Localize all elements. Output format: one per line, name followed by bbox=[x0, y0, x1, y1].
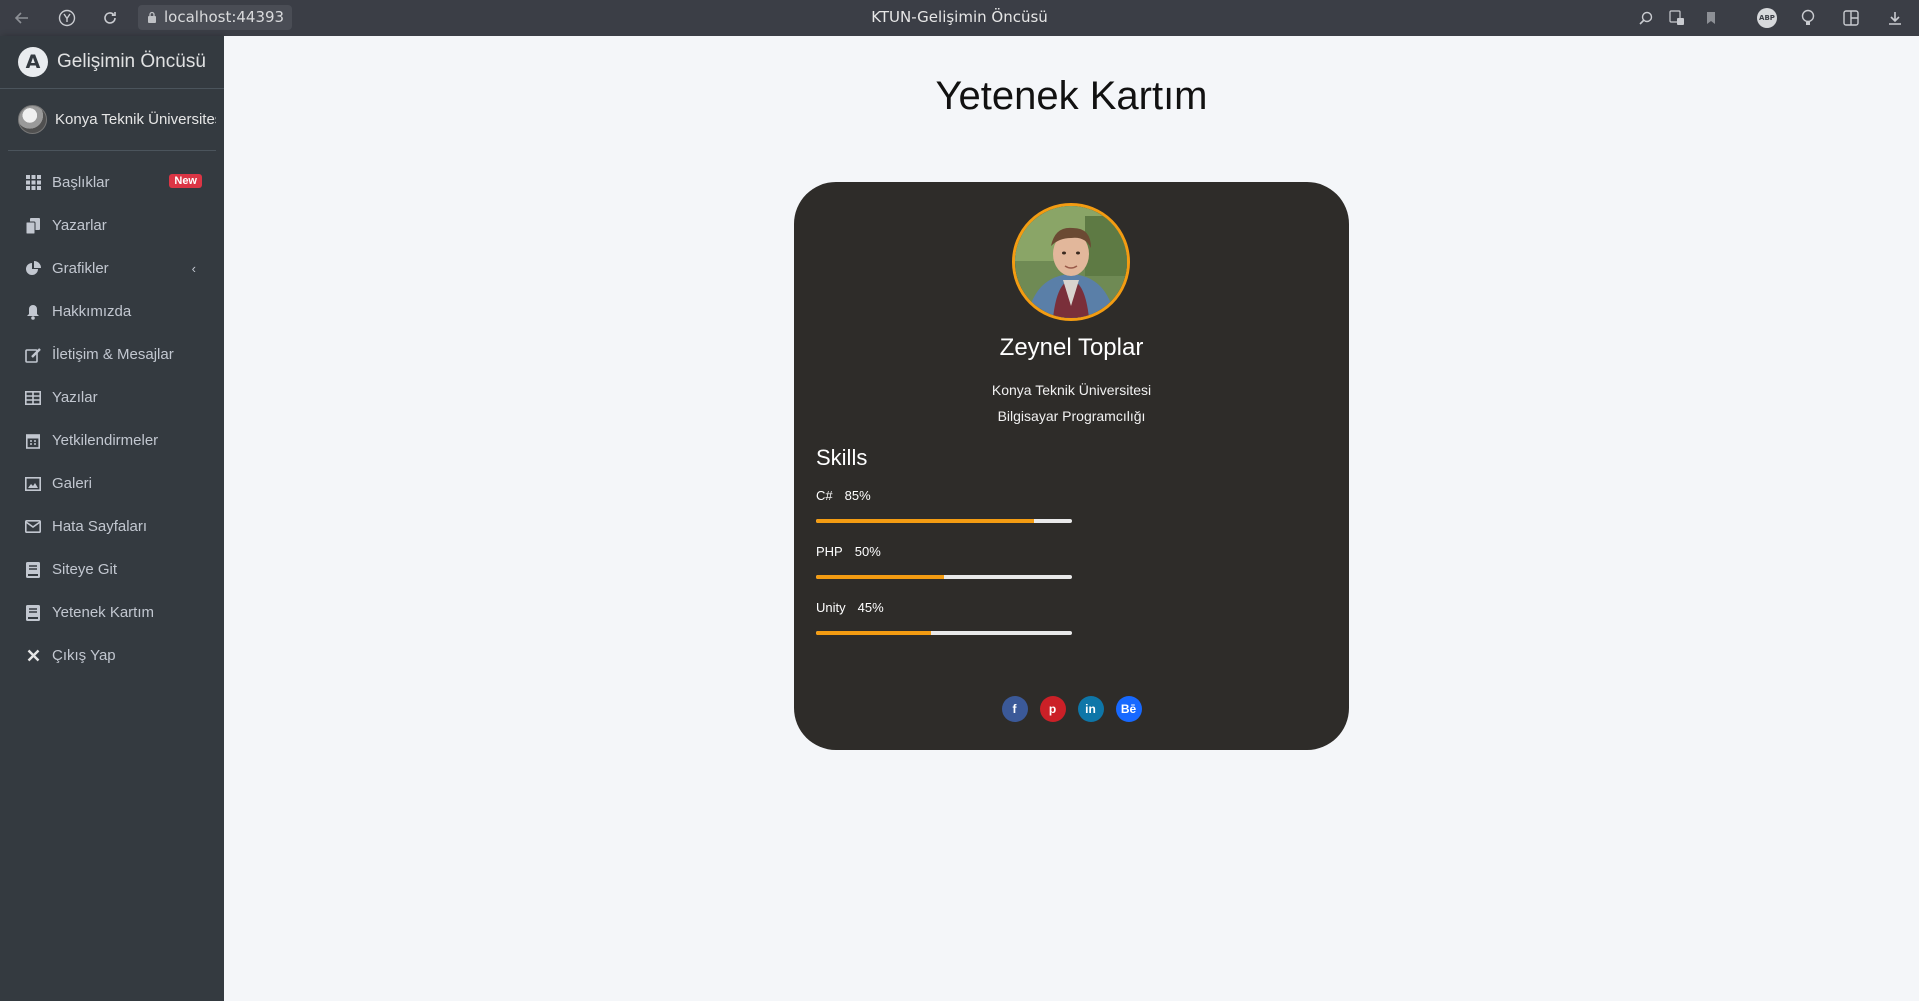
facebook-icon[interactable]: f bbox=[1001, 696, 1028, 722]
sidebar-item-galeri[interactable]: Galeri bbox=[8, 462, 216, 505]
sidebar-item-yetenek-kartım[interactable]: Yetenek Kartım bbox=[8, 591, 216, 634]
skill-progress-bar bbox=[816, 575, 1072, 579]
grid-icon bbox=[24, 174, 42, 192]
page-title: Yetenek Kartım bbox=[935, 74, 1208, 118]
profile-name: Zeynel Toplar bbox=[999, 334, 1144, 361]
skill-progress-bar bbox=[816, 519, 1072, 523]
skill-progress-fill bbox=[816, 575, 944, 579]
image-icon bbox=[24, 475, 42, 493]
brand-logo: A bbox=[18, 47, 48, 77]
bookmark-icon[interactable] bbox=[1700, 7, 1722, 29]
sidebar: A Gelişimin Öncüsü Konya Teknik Üniversi… bbox=[0, 36, 224, 1001]
envelope-icon bbox=[24, 518, 42, 536]
close-icon bbox=[24, 647, 42, 665]
skill-name: Unity bbox=[816, 600, 846, 615]
sidebar-item-siteye-git[interactable]: Siteye Git bbox=[8, 548, 216, 591]
skill-progress-fill bbox=[816, 631, 932, 635]
brand-link[interactable]: A Gelişimin Öncüsü bbox=[0, 36, 224, 89]
sidebar-item-başlıklar[interactable]: Başlıklar New bbox=[8, 161, 216, 204]
skill-label: C# 85% bbox=[816, 488, 1072, 503]
skill-name: PHP bbox=[816, 544, 843, 559]
yandex-icon[interactable] bbox=[55, 6, 79, 30]
book-icon bbox=[24, 561, 42, 579]
search-page-icon[interactable] bbox=[1634, 7, 1656, 29]
sidebar-item-yazarlar[interactable]: Yazarlar bbox=[8, 204, 216, 247]
skill-label: PHP 50% bbox=[816, 544, 1072, 559]
profile-photo bbox=[1012, 203, 1130, 321]
lightbulb-icon[interactable] bbox=[1797, 7, 1819, 29]
user-avatar bbox=[18, 105, 47, 134]
skill-percent: 45% bbox=[857, 600, 884, 615]
browser-toolbar: localhost:44393 KTUN-Gelişimin Öncüsü AB… bbox=[0, 0, 1919, 36]
sidebar-item-yazılar[interactable]: Yazılar bbox=[8, 376, 216, 419]
skill-progress-fill bbox=[816, 519, 1034, 523]
skill-item: C# 85% bbox=[816, 488, 1072, 523]
sidebar-item-i-letişim-mesajlar[interactable]: İletişim & Mesajlar bbox=[8, 333, 216, 376]
pinterest-icon[interactable]: p bbox=[1039, 696, 1066, 722]
download-icon[interactable] bbox=[1884, 7, 1906, 29]
reload-icon[interactable] bbox=[98, 6, 122, 30]
profile-department: Bilgisayar Programcılığı bbox=[997, 408, 1146, 424]
sidebar-item-hata-sayfaları[interactable]: Hata Sayfaları bbox=[8, 505, 216, 548]
skills-heading: Skills bbox=[816, 445, 868, 470]
sidebar-item-yetkilendirmeler[interactable]: Yetkilendirmeler bbox=[8, 419, 216, 462]
skill-card: Zeynel Toplar Konya Teknik Üniversitesi … bbox=[794, 182, 1349, 750]
main-content: Yetenek Kartım Zeynel Toplar Konya Tekni… bbox=[224, 36, 1919, 1001]
skill-percent: 85% bbox=[844, 488, 871, 503]
table-icon bbox=[24, 389, 42, 407]
social-links: f p in Bē bbox=[794, 696, 1349, 722]
sidebar-item-label: Galeri bbox=[52, 475, 93, 492]
skill-name: C# bbox=[816, 488, 833, 503]
chevron-left-icon[interactable]: ‹ bbox=[192, 261, 196, 276]
skill-percent: 50% bbox=[854, 544, 881, 559]
profile-university: Konya Teknik Üniversitesi bbox=[991, 382, 1152, 398]
sidebar-item-label: Başlıklar bbox=[52, 174, 110, 191]
sidebar-item-label: Yetenek Kartım bbox=[52, 604, 155, 621]
reader-icon[interactable] bbox=[1666, 7, 1688, 29]
sidebar-item-label: İletişim & Mesajlar bbox=[52, 346, 174, 363]
skill-item: Unity 45% bbox=[816, 600, 1072, 635]
sidebar-item-çıkış-yap[interactable]: Çıkış Yap bbox=[8, 634, 216, 677]
sidebar-menu: Başlıklar New Yazarlar Grafikler ‹ Hakkımızda… bbox=[0, 161, 224, 677]
sidebar-item-label: Siteye Git bbox=[52, 561, 118, 578]
brand-text: Gelişimin Öncüsü bbox=[57, 51, 206, 72]
book-icon bbox=[24, 604, 42, 622]
skill-item: PHP 50% bbox=[816, 544, 1072, 579]
user-name: Konya Teknik Üniversitesi bbox=[55, 111, 216, 128]
address-bar[interactable]: localhost:44393 bbox=[138, 5, 293, 30]
collections-icon[interactable] bbox=[1840, 7, 1862, 29]
bell-icon bbox=[24, 303, 42, 321]
back-icon[interactable] bbox=[10, 6, 34, 30]
skill-progress-bar bbox=[816, 631, 1072, 635]
adblock-icon[interactable]: ABP bbox=[1756, 7, 1778, 29]
copy-icon bbox=[24, 217, 42, 235]
sidebar-item-label: Yetkilendirmeler bbox=[52, 432, 159, 449]
sidebar-item-label: Yazılar bbox=[52, 389, 98, 406]
sidebar-item-label: Çıkış Yap bbox=[52, 647, 116, 664]
sidebar-item-grafikler[interactable]: Grafikler ‹ bbox=[8, 247, 216, 290]
calendar-icon bbox=[24, 432, 42, 450]
edit-icon bbox=[24, 346, 42, 364]
sidebar-item-hakkımızda[interactable]: Hakkımızda bbox=[8, 290, 216, 333]
linkedin-icon[interactable]: in bbox=[1077, 696, 1104, 722]
sidebar-item-label: Yazarlar bbox=[52, 217, 107, 234]
url-text: localhost:44393 bbox=[164, 8, 285, 26]
behance-icon[interactable]: Bē bbox=[1115, 696, 1142, 722]
sidebar-item-label: Grafikler bbox=[52, 260, 109, 277]
new-badge: New bbox=[169, 174, 202, 188]
user-panel[interactable]: Konya Teknik Üniversitesi bbox=[8, 89, 216, 151]
sidebar-item-label: Hata Sayfaları bbox=[52, 518, 148, 535]
skill-label: Unity 45% bbox=[816, 600, 1072, 615]
sidebar-item-label: Hakkımızda bbox=[52, 303, 132, 320]
pie-chart-icon bbox=[24, 260, 42, 278]
lock-icon bbox=[148, 11, 156, 23]
